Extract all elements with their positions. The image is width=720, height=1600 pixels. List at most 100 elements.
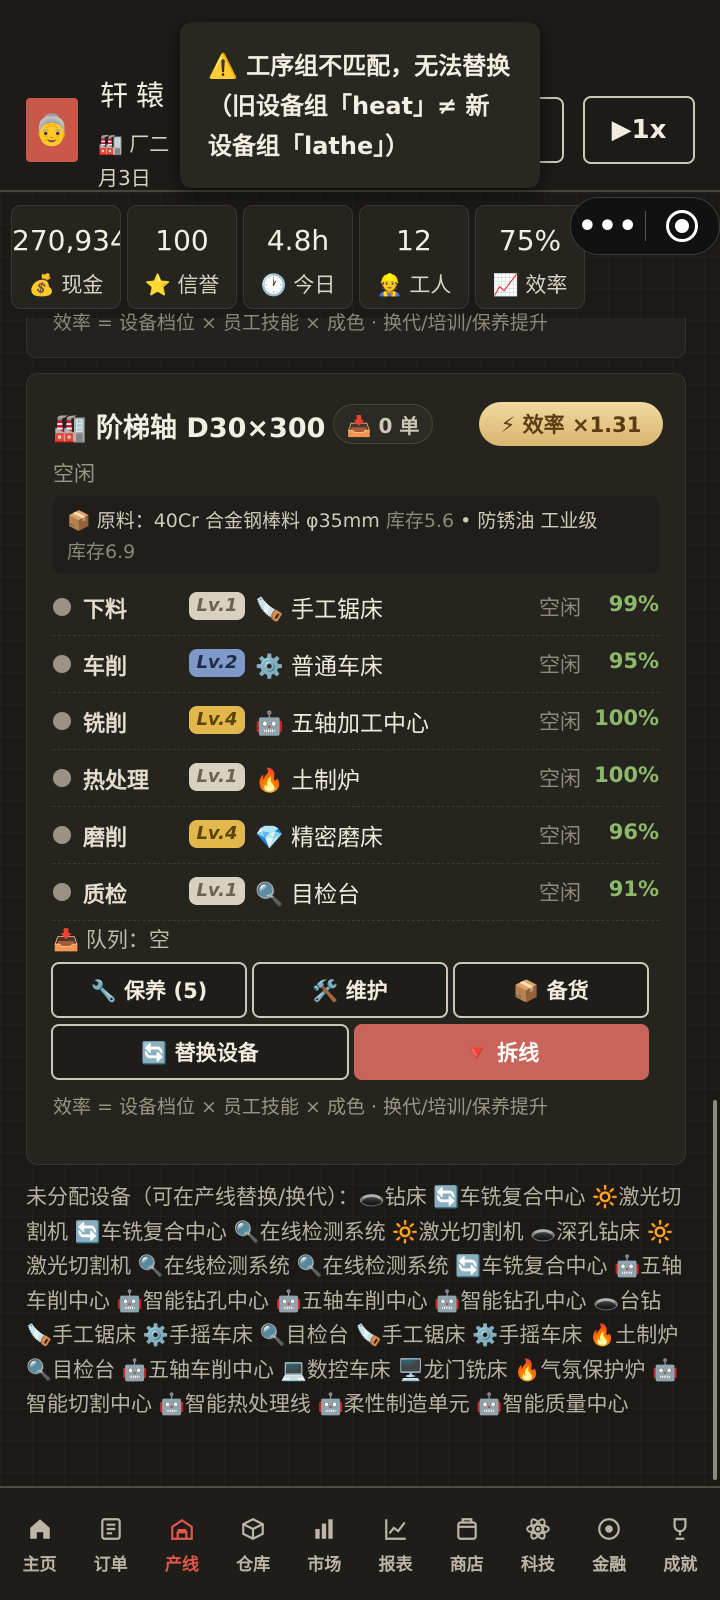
- speed-button[interactable]: ▶1x: [583, 96, 695, 164]
- process-status-dot: [53, 598, 71, 616]
- level-badge: Lv.1: [189, 877, 245, 905]
- material-1-name: 40Cr 合金钢棒料 φ35mm: [153, 510, 380, 532]
- close-target-icon[interactable]: [666, 210, 698, 242]
- material-separator: •: [454, 510, 478, 532]
- materials-label: 📦 原料：: [67, 510, 154, 532]
- avatar-emoji: 👵: [33, 112, 71, 148]
- previous-line-card: 效率 = 设备档位 × 员工技能 × 成色 · 换代/培训/保养提升: [26, 312, 686, 358]
- machine-condition: 91%: [608, 877, 659, 901]
- machine-name: ⚙️ 普通车床: [255, 654, 383, 680]
- machine-condition: 99%: [608, 592, 659, 616]
- stat-label: 今日: [293, 273, 336, 297]
- stat-efficiency[interactable]: 75% 📈 效率: [475, 205, 585, 309]
- nav-market[interactable]: 市场: [289, 1488, 360, 1600]
- process-status-dot: [53, 712, 71, 730]
- nav-label: 主页: [22, 1555, 57, 1575]
- unassigned-equipment-list: 未分配设备（可在产线替换/换代）：🕳️钻床 🔄车铣复合中心 🔆激光切割机 🔄车铣…: [26, 1185, 683, 1416]
- tech-icon: [502, 1514, 573, 1544]
- capsule-divider: [645, 211, 646, 241]
- process-name: 磨削: [83, 826, 128, 851]
- stat-workers[interactable]: 12 👷 工人: [359, 205, 469, 309]
- chart-up-icon: 📈: [492, 273, 519, 297]
- line-status: 空闲: [53, 462, 95, 486]
- maintain-button[interactable]: 🔧 保养 (5): [51, 962, 247, 1018]
- level-badge: Lv.1: [189, 763, 245, 791]
- market-icon: [289, 1514, 360, 1544]
- stat-value: 4.8h: [266, 224, 330, 257]
- efficiency-badge: ⚡ 效率 ×1.31: [479, 402, 663, 446]
- machine-state: 空闲: [539, 824, 581, 848]
- process-status-dot: [53, 769, 71, 787]
- dismantle-line-button[interactable]: 🔻 拆线: [354, 1024, 649, 1080]
- machine-name: 🪚 手工锯床: [255, 597, 383, 623]
- nav-label: 商店: [449, 1555, 484, 1575]
- level-badge: Lv.4: [189, 706, 245, 734]
- process-row-turning[interactable]: 车削 Lv.2 ⚙️ 普通车床 空闲 95%: [53, 635, 659, 693]
- process-row-milling[interactable]: 铣削 Lv.4 🤖 五轴加工中心 空闲 100%: [53, 692, 659, 750]
- machine-name: 🔥 土制炉: [255, 768, 360, 794]
- order-count-pill[interactable]: 📥 0 单: [333, 404, 433, 444]
- stat-label: 信誉: [177, 273, 220, 297]
- stat-reputation[interactable]: 100 ⭐ 信誉: [127, 205, 237, 309]
- nav-finance[interactable]: 金融: [574, 1488, 645, 1600]
- previous-card-footnote: 效率 = 设备档位 × 员工技能 × 成色 · 换代/培训/保养提升: [53, 312, 548, 334]
- nav-achievement[interactable]: 成就: [645, 1488, 716, 1600]
- machine-state: 空闲: [539, 881, 581, 905]
- nav-label: 成就: [663, 1555, 698, 1575]
- level-badge: Lv.2: [189, 649, 245, 677]
- repair-button[interactable]: 🛠️ 维护: [252, 962, 448, 1018]
- replace-equipment-button[interactable]: 🔄 替换设备: [51, 1024, 349, 1080]
- game-title: 轩辕: [100, 79, 173, 112]
- machine-name: 🤖 五轴加工中心: [255, 711, 429, 737]
- level-badge: Lv.1: [189, 592, 245, 620]
- nav-tech[interactable]: 科技: [502, 1488, 573, 1600]
- line-title: 🏭 阶梯轴 D30×300: [53, 413, 326, 444]
- nav-production-line[interactable]: 产线: [146, 1488, 217, 1600]
- star-icon: ⭐: [144, 273, 171, 297]
- stat-label: 效率: [525, 273, 568, 297]
- process-name: 铣削: [83, 712, 128, 737]
- nav-label: 金融: [592, 1555, 627, 1575]
- stock-up-button[interactable]: 📦 备货: [453, 962, 649, 1018]
- nav-shop[interactable]: 商店: [431, 1488, 502, 1600]
- nav-label: 产线: [165, 1555, 199, 1575]
- warning-icon: ⚠️: [208, 52, 238, 80]
- process-row-cutting[interactable]: 下料 Lv.1 🪚 手工锯床 空闲 99%: [53, 578, 659, 636]
- nav-home[interactable]: 主页: [4, 1488, 75, 1600]
- more-icon[interactable]: •••: [571, 209, 645, 244]
- finance-icon: [574, 1514, 645, 1544]
- queue-status: 📥 队列：空: [53, 928, 170, 952]
- clock-icon: 🕐: [260, 273, 287, 297]
- nav-warehouse[interactable]: 仓库: [218, 1488, 289, 1600]
- process-name: 下料: [83, 598, 128, 623]
- nav-label: 市场: [307, 1555, 342, 1575]
- machine-name: 💎 精密磨床: [255, 825, 383, 851]
- warehouse-icon: [218, 1514, 289, 1544]
- stat-value: 270,934: [12, 224, 120, 257]
- nav-report[interactable]: 报表: [360, 1488, 431, 1600]
- machine-condition: 96%: [608, 820, 659, 844]
- efficiency-footnote: 效率 = 设备档位 × 员工技能 × 成色 · 换代/培训/保养提升: [53, 1096, 548, 1118]
- machine-state: 空闲: [539, 596, 581, 620]
- process-row-grinding[interactable]: 磨削 Lv.4 💎 精密磨床 空闲 96%: [53, 806, 659, 864]
- error-toast: ⚠️ 工序组不匹配，无法替换（旧设备组「heat」≠ 新设备组「lathe」）: [180, 22, 540, 188]
- process-row-inspection[interactable]: 质检 Lv.1 🔍 目检台 空闲 91%: [53, 863, 659, 921]
- machine-condition: 100%: [594, 706, 659, 730]
- process-row-heat-treatment[interactable]: 热处理 Lv.1 🔥 土制炉 空闲 100%: [53, 749, 659, 807]
- process-name: 热处理: [83, 769, 150, 794]
- materials-box: 📦 原料：40Cr 合金钢棒料 φ35mm 库存5.6 • 防锈油 工业级 库存…: [53, 496, 659, 574]
- process-status-dot: [53, 883, 71, 901]
- stat-cash[interactable]: 270,934 💰 现金: [11, 205, 121, 309]
- miniprogram-capsule: •••: [570, 197, 720, 255]
- page-scrollbar[interactable]: [713, 1100, 717, 1480]
- nav-label: 订单: [93, 1555, 128, 1575]
- material-2-stock: 库存6.9: [67, 541, 136, 563]
- stat-value: 100: [155, 224, 209, 257]
- process-status-dot: [53, 826, 71, 844]
- shop-icon: [431, 1514, 502, 1544]
- machine-condition: 100%: [594, 763, 659, 787]
- stat-today[interactable]: 4.8h 🕐 今日: [243, 205, 353, 309]
- player-avatar[interactable]: 👵: [26, 98, 78, 162]
- nav-orders[interactable]: 订单: [75, 1488, 146, 1600]
- bottom-nav: 主页 订单 产线 仓库 市场 报表 商店 科技 金融 成就: [0, 1486, 720, 1600]
